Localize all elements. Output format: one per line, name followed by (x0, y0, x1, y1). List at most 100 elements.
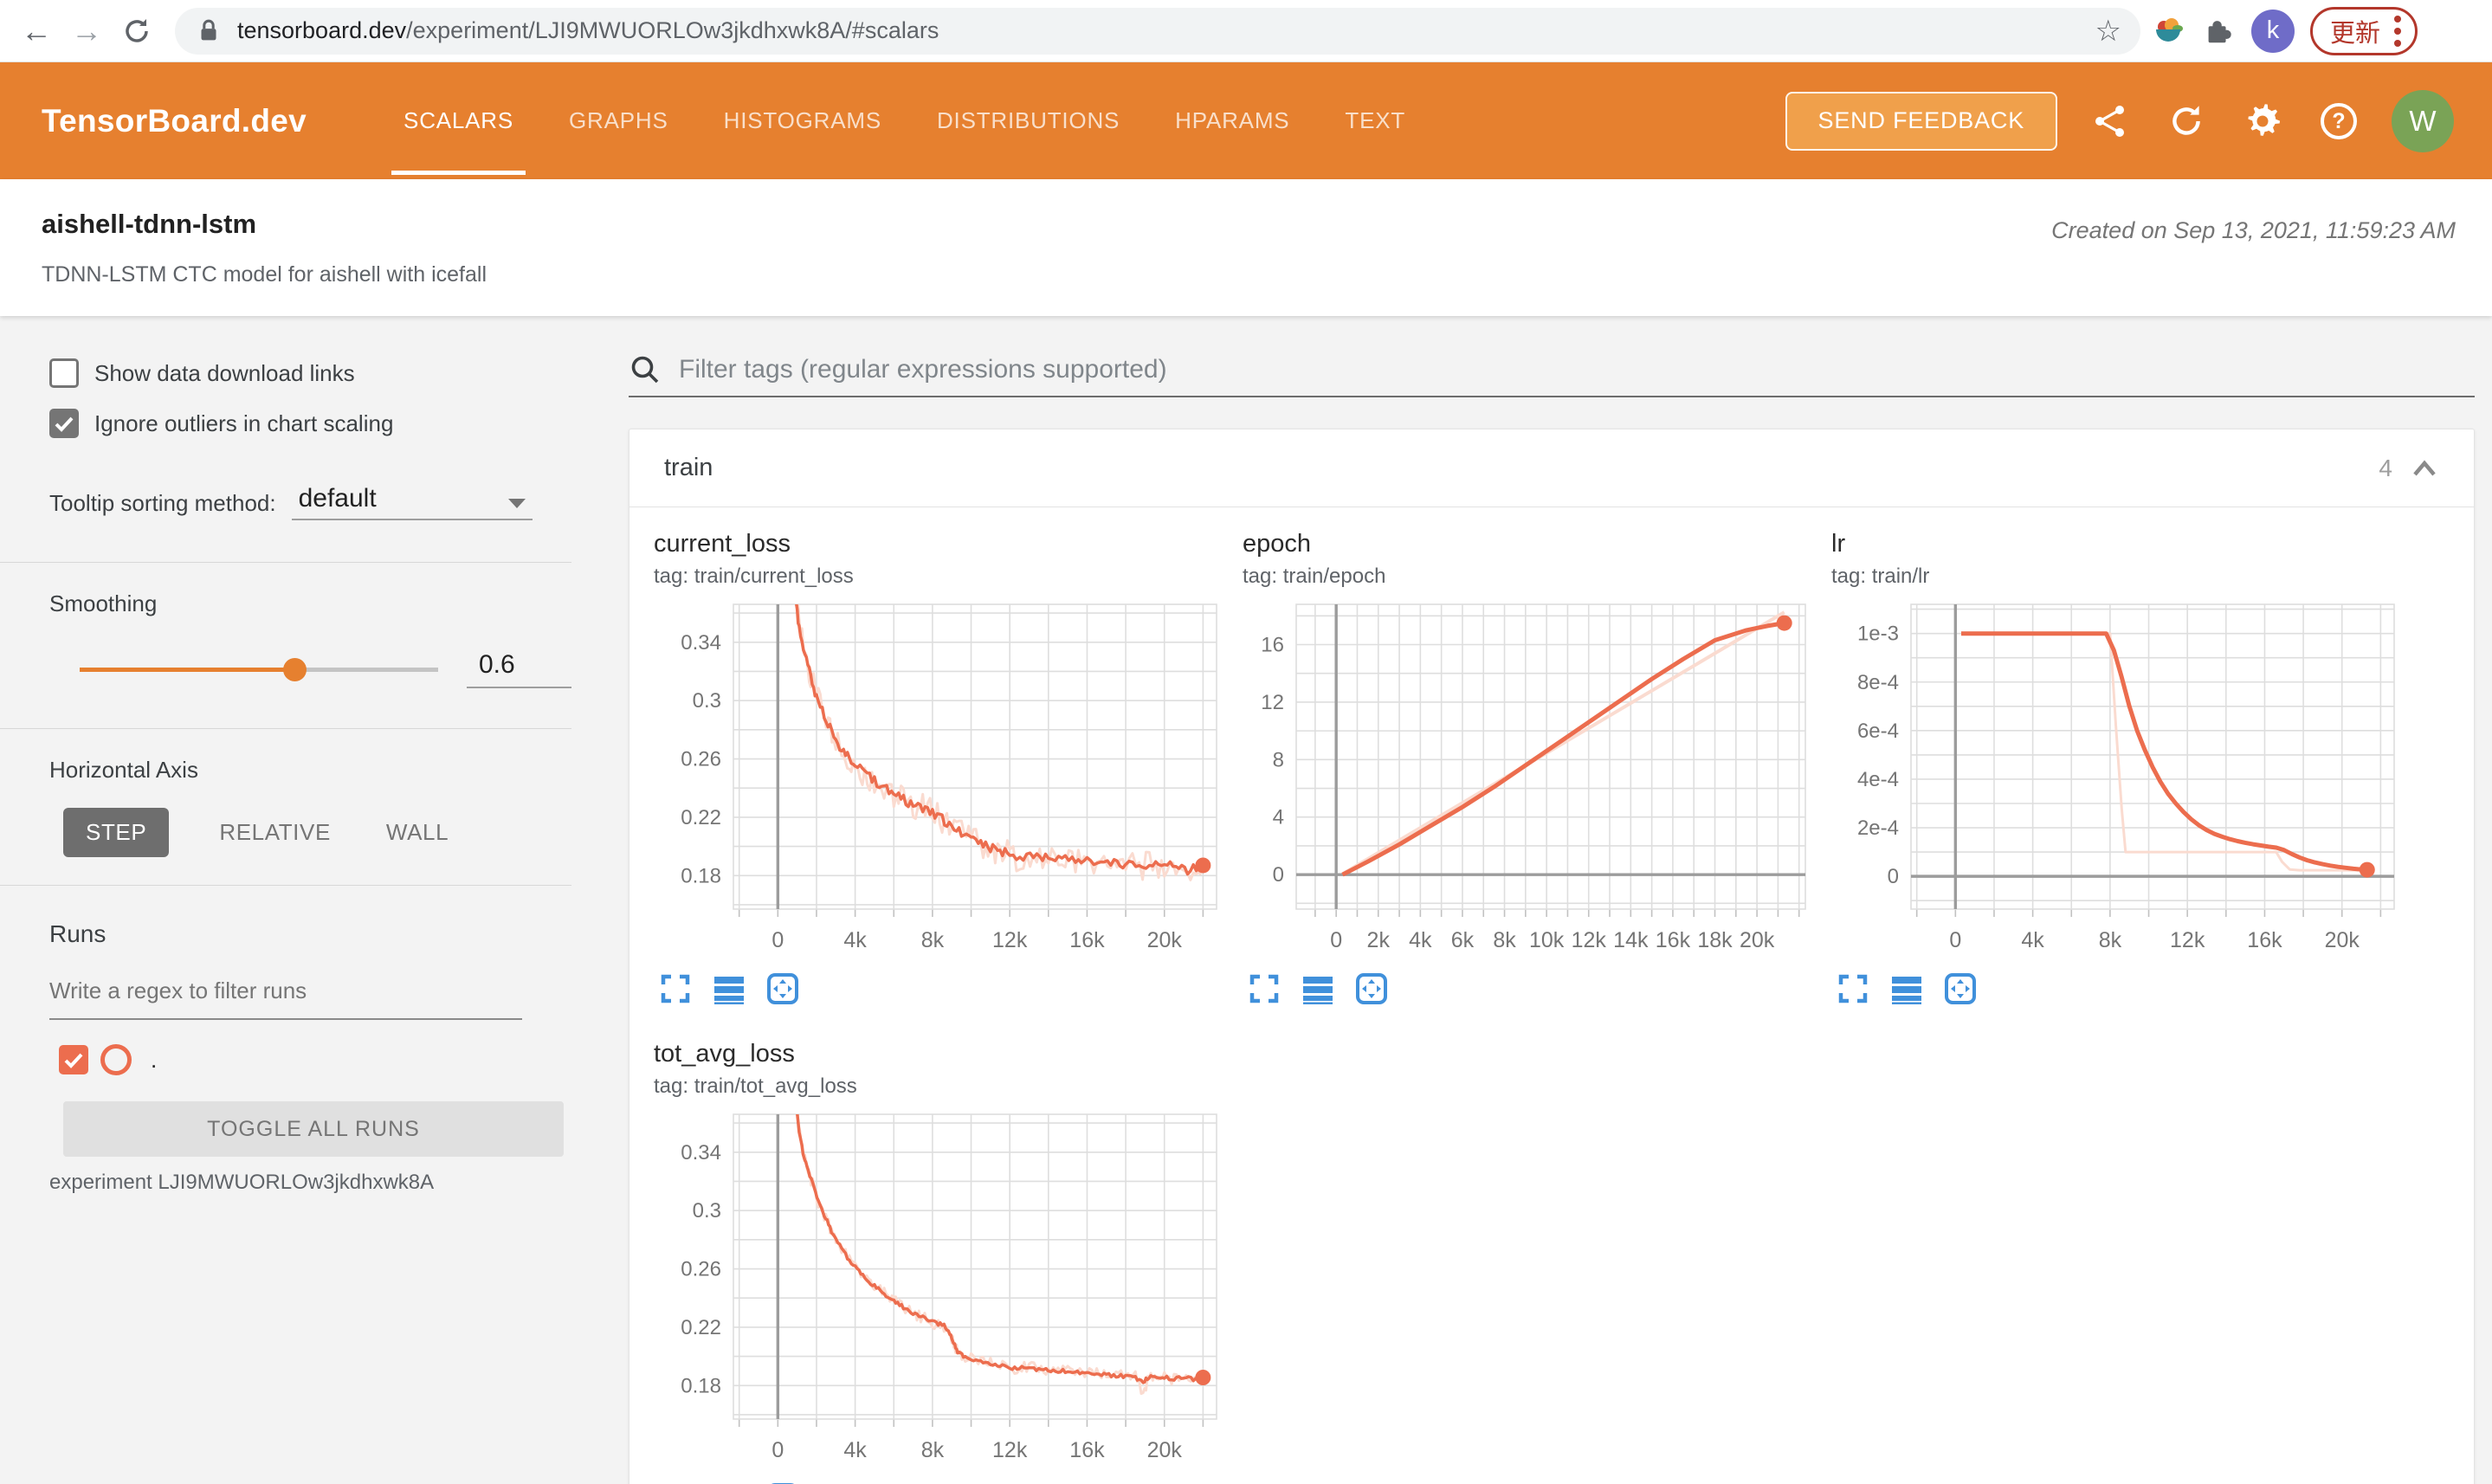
share-icon[interactable] (2087, 98, 2134, 145)
svg-text:0: 0 (1273, 863, 1284, 887)
svg-text:4k: 4k (843, 928, 867, 952)
show-download-links-checkbox[interactable] (49, 358, 79, 388)
url-path: /experiment/LJI9MWUORLOw3jkdhxwk8A/#scal… (406, 17, 939, 43)
chrome-update-menu[interactable]: 更新 (2310, 6, 2418, 55)
tab-scalars[interactable]: SCALARS (391, 62, 526, 179)
smoothing-slider[interactable] (80, 657, 438, 681)
svg-text:0: 0 (1888, 865, 1899, 888)
run-checkbox[interactable] (59, 1045, 88, 1074)
expand-chart-icon[interactable] (1837, 972, 1869, 1005)
svg-text:16k: 16k (2247, 928, 2282, 952)
reload-icon[interactable] (114, 9, 159, 54)
tab-hparams[interactable]: HPARAMS (1175, 62, 1289, 179)
browser-toolbar: ← → tensorboard.dev/experiment/LJI9MWUOR… (0, 0, 2492, 62)
checkmark-icon (55, 416, 74, 432)
chart-tag: tag: train/tot_avg_loss (654, 1074, 857, 1098)
svg-text:10k: 10k (1529, 928, 1565, 952)
svg-text:4k: 4k (1409, 928, 1432, 952)
tab-text[interactable]: TEXT (1345, 62, 1405, 179)
tab-graphs[interactable]: GRAPHS (569, 62, 668, 179)
sidebar-divider (0, 728, 571, 729)
ignore-outliers-row[interactable]: Ignore outliers in chart scaling (49, 406, 571, 441)
expand-chart-icon[interactable] (1248, 972, 1281, 1005)
filter-underline (629, 396, 2475, 397)
extensions-puzzle-icon[interactable] (2196, 9, 2241, 54)
chart-toolbar (1837, 972, 2405, 1005)
reset-zoom-icon[interactable] (1355, 972, 1388, 1005)
forward-icon[interactable]: → (64, 9, 109, 54)
svg-text:4: 4 (1273, 806, 1284, 829)
svg-text:12: 12 (1261, 691, 1284, 714)
smoothing-value-input[interactable]: 0.6 (467, 650, 571, 688)
slider-knob[interactable] (283, 658, 307, 681)
horizontal-axis-options: STEP RELATIVE WALL (63, 808, 571, 857)
chart-tot_avg_loss: tot_avg_loss tag: train/tot_avg_loss 0.18 0… (652, 1040, 1227, 1484)
run-row[interactable]: . (59, 1042, 571, 1077)
experiment-id-line: experiment LJI9MWUORLOw3jkdhxwk8A (49, 1171, 435, 1194)
chart-tag: tag: train/current_loss (654, 565, 854, 588)
chart-plot[interactable]: 0.18 0.22 0.26 0.3 0.34 0 4k 8k 12k 16k 20k (652, 1107, 1227, 1464)
svg-text:0.18: 0.18 (681, 1374, 721, 1397)
tab-histograms[interactable]: HISTOGRAMS (724, 62, 881, 179)
url-bar[interactable]: tensorboard.dev/experiment/LJI9MWUORLOw3… (175, 7, 2140, 55)
extension-bowl-icon[interactable] (2146, 9, 2191, 54)
update-label: 更新 (2330, 19, 2381, 48)
filter-tags-row[interactable]: Filter tags (regular expressions support… (629, 349, 2475, 390)
reset-zoom-icon[interactable] (1944, 972, 1977, 1005)
runs-heading: Runs (49, 920, 107, 947)
user-avatar[interactable]: W (2392, 89, 2454, 152)
tooltip-sorting-select[interactable]: default (291, 484, 533, 520)
flush-y-axis-icon[interactable] (713, 972, 746, 1005)
gear-glyph (2248, 103, 2281, 136)
help-icon[interactable]: ? (2315, 98, 2362, 145)
reset-zoom-icon[interactable] (766, 972, 799, 1005)
tab-distributions[interactable]: DISTRIBUTIONS (937, 62, 1120, 179)
svg-text:1e-3: 1e-3 (1857, 623, 1899, 646)
show-download-links-row[interactable]: Show data download links (49, 356, 571, 390)
chevron-up-icon[interactable] (2410, 457, 2439, 480)
svg-text:2e-4: 2e-4 (1857, 816, 1899, 840)
toggle-all-runs-button[interactable]: TOGGLE ALL RUNS (63, 1101, 564, 1157)
svg-text:0: 0 (1949, 928, 1961, 952)
tensorboard-logo: TensorBoard.dev (42, 102, 307, 139)
svg-text:0.3: 0.3 (693, 689, 721, 713)
chart-toolbar (1248, 972, 1816, 1005)
bookmark-star-icon[interactable]: ☆ (2095, 14, 2121, 48)
svg-text:16k: 16k (1656, 928, 1691, 952)
axis-relative-button[interactable]: RELATIVE (214, 808, 336, 857)
experiment-created-date: Created on Sep 13, 2021, 11:59:23 AM (2051, 217, 2456, 243)
refresh-icon[interactable] (2163, 98, 2210, 145)
svg-text:0.26: 0.26 (681, 1258, 721, 1281)
expand-chart-icon[interactable] (659, 972, 692, 1005)
chart-title: current_loss (654, 530, 791, 558)
svg-text:20k: 20k (1147, 1438, 1183, 1462)
svg-text:12k: 12k (2170, 928, 2205, 952)
svg-text:0.3: 0.3 (693, 1199, 721, 1223)
flush-y-axis-icon[interactable] (1890, 972, 1923, 1005)
flush-y-axis-icon[interactable] (1301, 972, 1334, 1005)
back-icon[interactable]: ← (14, 9, 59, 54)
horizontal-axis-label: Horizontal Axis (49, 757, 198, 783)
group-name: train (664, 454, 713, 481)
svg-text:0.18: 0.18 (681, 864, 721, 887)
svg-text:4k: 4k (843, 1438, 867, 1462)
svg-text:8: 8 (1273, 748, 1284, 771)
axis-wall-button[interactable]: WALL (381, 808, 454, 857)
chart-tag: tag: train/epoch (1243, 565, 1386, 588)
svg-text:20k: 20k (2325, 928, 2360, 952)
browser-profile-avatar[interactable]: k (2251, 9, 2295, 53)
chart-plot[interactable]: 0.18 0.22 0.26 0.3 0.34 0 4k 8k 12k 16k 20k (652, 597, 1227, 954)
chevron-down-icon (507, 499, 526, 508)
svg-text:12k: 12k (1572, 928, 1607, 952)
send-feedback-button[interactable]: SEND FEEDBACK (1785, 91, 2057, 151)
runs-filter-input[interactable]: Write a regex to filter runs (49, 978, 522, 1020)
train-group-header[interactable]: train 4 (629, 429, 2474, 507)
svg-text:20k: 20k (1147, 928, 1183, 952)
svg-text:6e-4: 6e-4 (1857, 719, 1899, 743)
chart-plot[interactable]: 0 4 8 12 16 0 2k 4k 6k 8k 10k 12k 14k 16k 18k 20k (1241, 597, 1816, 954)
axis-step-button[interactable]: STEP (63, 808, 170, 857)
svg-text:16k: 16k (1069, 928, 1105, 952)
ignore-outliers-checkbox[interactable] (49, 409, 79, 438)
chart-plot[interactable]: 0 2e-4 4e-4 6e-4 8e-4 1e-3 0 4k 8k 12k 16k 20k (1830, 597, 2405, 954)
settings-gear-icon[interactable] (2239, 98, 2286, 145)
